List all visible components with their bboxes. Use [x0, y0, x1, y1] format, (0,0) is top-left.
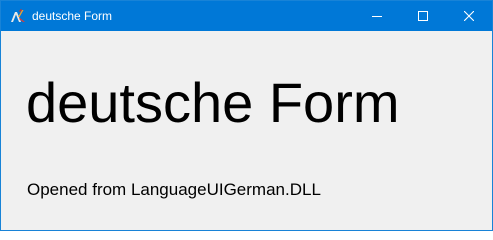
title-bar[interactable]: deutsche Form — [1, 1, 492, 31]
maximize-icon — [418, 11, 428, 21]
form-heading: deutsche Form — [26, 71, 400, 134]
maximize-button[interactable] — [400, 1, 446, 31]
source-dll-label: Opened from LanguageUIGerman.DLL — [27, 180, 321, 199]
form-client-area: deutsche Form Opened from LanguageUIGerm… — [1, 31, 492, 230]
minimize-button[interactable] — [354, 1, 400, 31]
app-window: deutsche Form deutsche Form Opened from … — [0, 0, 493, 231]
close-button[interactable] — [446, 1, 492, 31]
window-title: deutsche Form — [32, 9, 113, 23]
close-icon — [464, 11, 474, 21]
minimize-icon — [372, 11, 382, 21]
app-logo-icon[interactable] — [10, 8, 26, 24]
